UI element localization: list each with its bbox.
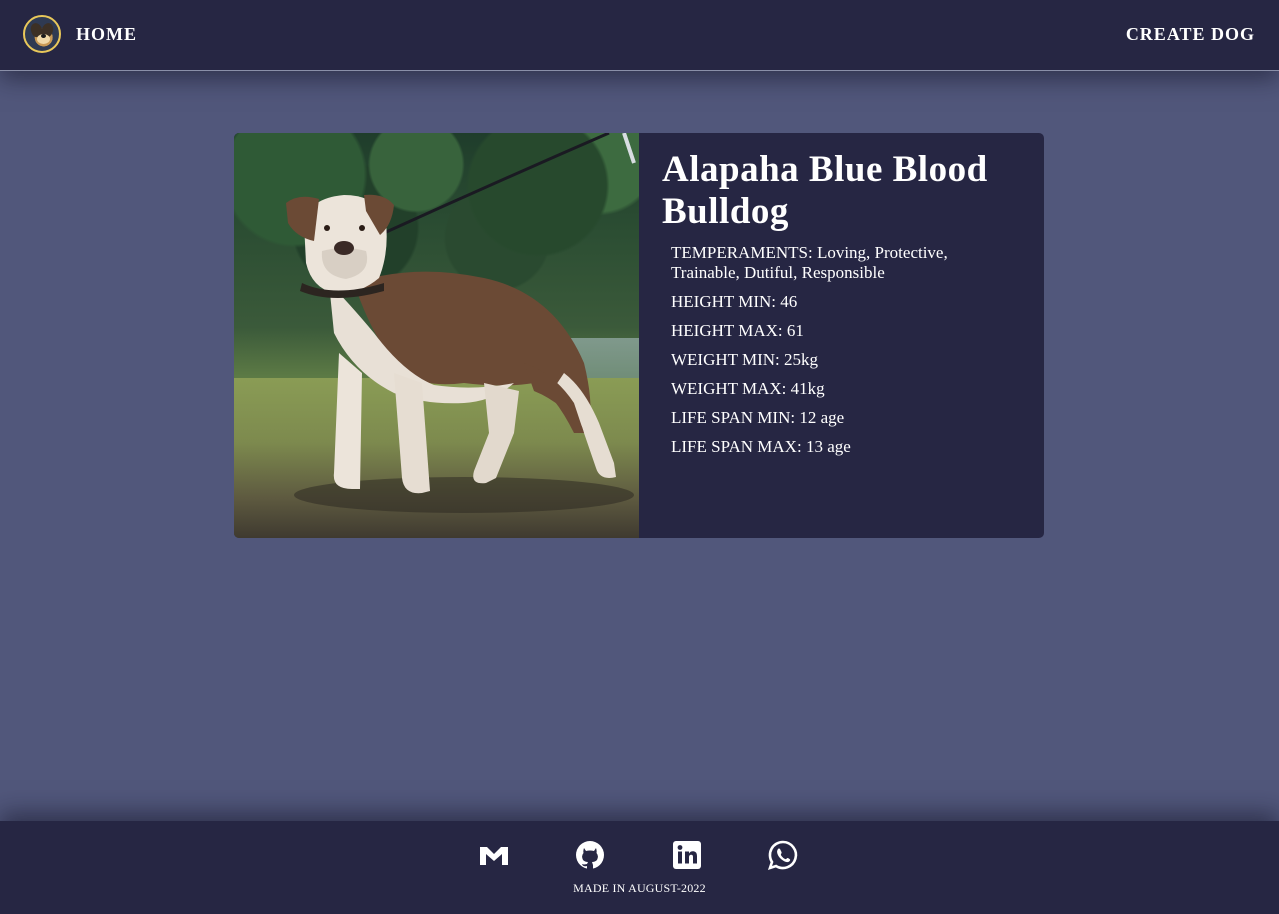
dog-photo bbox=[234, 133, 639, 538]
whatsapp-icon[interactable] bbox=[767, 839, 799, 871]
footer: MADE IN AUGUST-2022 bbox=[0, 821, 1279, 914]
social-icons bbox=[0, 839, 1279, 871]
home-link[interactable]: HOME bbox=[76, 24, 137, 45]
attr-label: HEIGHT MIN bbox=[671, 292, 772, 311]
create-dog-link[interactable]: CREATE DOG bbox=[1126, 24, 1255, 45]
footer-text: MADE IN AUGUST-2022 bbox=[573, 881, 706, 895]
attr-label: HEIGHT MAX bbox=[671, 321, 778, 340]
attr-label: WEIGHT MAX bbox=[671, 379, 782, 398]
breed-name: Alapaha Blue Blood Bulldog bbox=[662, 149, 988, 232]
attr-value: 25kg bbox=[784, 350, 819, 369]
attr-life-span-min: LIFE SPAN MIN: 12 age bbox=[671, 408, 845, 427]
attr-temperaments: TEMPERAMENTS: Loving, Protective, Traina… bbox=[671, 243, 948, 282]
attr-label: TEMPERAMENTS bbox=[671, 243, 808, 262]
dog-detail-card: Alapaha Blue Blood Bulldog TEMPERAMENTS:… bbox=[234, 133, 1044, 538]
gmail-icon[interactable] bbox=[478, 839, 510, 871]
attr-life-span-max: LIFE SPAN MAX: 13 age bbox=[671, 437, 851, 456]
attr-weight-min: WEIGHT MIN: 25kg bbox=[671, 350, 819, 369]
dog-info-panel: Alapaha Blue Blood Bulldog TEMPERAMENTS:… bbox=[639, 133, 1044, 538]
github-icon[interactable] bbox=[574, 839, 606, 871]
dog-logo-icon[interactable] bbox=[23, 15, 61, 53]
attr-value: 41kg bbox=[790, 379, 825, 398]
attr-weight-max: WEIGHT MAX: 41kg bbox=[671, 379, 825, 398]
attr-value: 61 bbox=[786, 321, 804, 340]
linkedin-icon[interactable] bbox=[671, 839, 703, 871]
attr-label: LIFE SPAN MAX bbox=[671, 437, 797, 456]
attr-value: 12 age bbox=[799, 408, 845, 427]
attr-value: 46 bbox=[780, 292, 798, 311]
attr-height-min: HEIGHT MIN: 46 bbox=[671, 292, 798, 311]
attr-label: LIFE SPAN MIN bbox=[671, 408, 791, 427]
attr-value: 13 age bbox=[805, 437, 851, 456]
attr-label: WEIGHT MIN bbox=[671, 350, 776, 369]
navbar: HOME CREATE DOG bbox=[0, 0, 1279, 71]
attr-height-max: HEIGHT MAX: 61 bbox=[671, 321, 804, 340]
